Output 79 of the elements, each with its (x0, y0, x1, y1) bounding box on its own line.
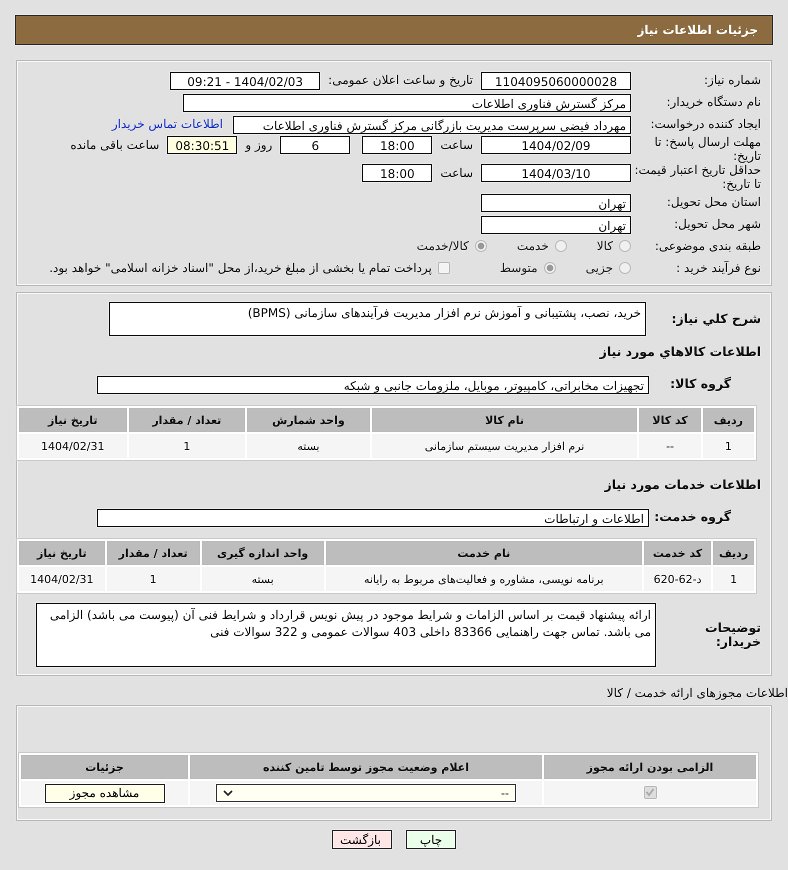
field-label: نام دستگاه خریدار: (666, 95, 762, 109)
field-label: حداقل تاریخ اعتبار قیمت: تا تاریخ: (633, 163, 762, 191)
remaining-time-field: 08:30:51 (167, 136, 238, 154)
table-cell: 1404/02/31 (19, 567, 105, 591)
section-title: اطلاعات مجوزهای ارائه خدمت / کالا (606, 686, 788, 700)
goods-group-field: تجهیزات مخابراتی، کامپیوتر، موبایل، ملزومات جانبی و شبکه (97, 376, 649, 394)
section-title: اطلاعات خدمات مورد نیاز (603, 476, 762, 492)
column-header: واحد شمارش (247, 408, 370, 432)
time-label: ساعت (440, 165, 473, 182)
field-label: تاریخ و ساعت اعلان عمومی: (328, 73, 473, 87)
table-cell: 1 (702, 434, 754, 458)
field-label: مهلت ارسال پاسخ: تا تاریخ: (653, 135, 762, 163)
status-dropdown[interactable]: -- (216, 784, 516, 802)
column-header: تعداد / مقدار (128, 408, 246, 432)
field-label: استان محل تحویل: (666, 195, 762, 209)
service-group-field: اطلاعات و ارتباطات (97, 508, 649, 526)
column-header: تاریخ نیاز (19, 408, 127, 432)
table-cell: 1 (713, 567, 754, 591)
field-label: گروه کالا: (669, 377, 732, 391)
field-label: توضیحات خریدار: (704, 620, 762, 648)
days-field: 6 (280, 136, 350, 154)
column-header: نام کالا (372, 408, 638, 432)
field-label: نوع فرآیند خرید : (675, 261, 762, 275)
column-header: جزئیات (21, 755, 188, 779)
column-header: کد کالا (639, 408, 701, 432)
payment-checkbox[interactable] (438, 262, 450, 274)
deadline-date-field: 1404/02/09 (481, 136, 631, 154)
table-cell: نرم افزار مدیریت سیستم سازمانی (372, 434, 638, 458)
column-header: کد خدمت (644, 541, 712, 565)
column-header: ردیف (702, 408, 754, 432)
table-cell: بسته (247, 434, 370, 458)
table-cell: 1 (128, 434, 246, 458)
buyer-org-field: مرکز گسترش فناوری اطلاعات (183, 94, 631, 112)
requester-field: مهرداد فیضی سرپرست مدیریت بازرگانی مرکز گسترش فناوری اطلاعات (233, 116, 631, 134)
remaining-label: ساعت باقی مانده (70, 137, 160, 154)
payment-label: پرداخت تمام یا بخشی از مبلغ خرید،از محل "اسناد خزانه اسلامی" خواهد بود. (49, 261, 432, 275)
back-button[interactable]: بازگشت (332, 830, 392, 849)
description-field: خرید، نصب، پشتیبانی و آموزش نرم افزار مدیریت فرآیندهای سازمانی (BPMS) (109, 302, 646, 336)
validity-time-field: 18:00 (362, 164, 432, 182)
field-label: ایجاد کننده درخواست: (649, 117, 762, 131)
table-cell: د-62-620 (644, 567, 712, 591)
column-header: ردیف (713, 541, 754, 565)
column-header: تعداد / مقدار (106, 541, 200, 565)
column-header: اعلام وضعیت مجوز توسط تامین کننده (190, 755, 542, 779)
print-button[interactable]: چاپ (406, 830, 456, 849)
process-radio[interactable]: جزیی (586, 261, 631, 275)
field-label: گروه خدمت: (653, 510, 732, 524)
page-title: جزئیات اطلاعات نیاز (637, 23, 758, 37)
column-header: واحد اندازه گیری (202, 541, 324, 565)
table-cell: 1404/02/31 (19, 434, 127, 458)
field-label: شرح کلي نیاز: (670, 312, 762, 326)
days-label: روز و (245, 137, 272, 154)
table-cell: بسته (202, 567, 324, 591)
need-number-field: 1104095060000028 (481, 72, 631, 90)
view-permit-button[interactable]: مشاهده مجوز (44, 784, 164, 802)
table-cell: -- (639, 434, 701, 458)
category-radio[interactable]: خدمت (516, 239, 567, 253)
province-field: تهران (481, 194, 631, 212)
buyer-contact-link[interactable]: اطلاعات تماس خریدار (112, 117, 223, 131)
table-cell: برنامه نویسی، مشاوره و فعالیت‌های مربوط به رایانه (326, 567, 642, 591)
field-label: شماره نیاز: (703, 73, 762, 87)
process-radio[interactable]: متوسط (500, 261, 556, 275)
field-label: شهر محل تحویل: (673, 217, 762, 231)
field-label: طبقه بندی موضوعی: (654, 239, 762, 253)
column-header: تاریخ نیاز (19, 541, 105, 565)
table-cell: 1 (106, 567, 200, 591)
announce-date-field: 1404/02/03 - 09:21 (170, 72, 320, 90)
column-header: الزامی بودن ارائه مجوز (544, 755, 756, 779)
time-label: ساعت (440, 137, 473, 154)
validity-date-field: 1404/03/10 (481, 164, 631, 182)
city-field: تهران (481, 216, 631, 234)
chevron-down-icon (223, 790, 233, 796)
column-header: نام خدمت (326, 541, 642, 565)
section-title: اطلاعات کالاهاي مورد نیاز (598, 343, 762, 359)
buyer-notes-field: ارائه پیشنهاد قیمت بر اساس الزامات و شرایط موجود در پیش نویس قرارداد و شرایط فنی آن (پیوست می باشد) الزامی می باشد. تماس جهت راهنمایی 83366 داخلی 403 سوالات عمومی و 322 سوالات فنی (36, 603, 656, 667)
category-radio[interactable]: کالا/خدمت (416, 239, 487, 253)
deadline-time-field: 18:00 (362, 136, 432, 154)
required-checkbox[interactable] (644, 786, 656, 799)
category-radio[interactable]: کالا (596, 239, 631, 253)
